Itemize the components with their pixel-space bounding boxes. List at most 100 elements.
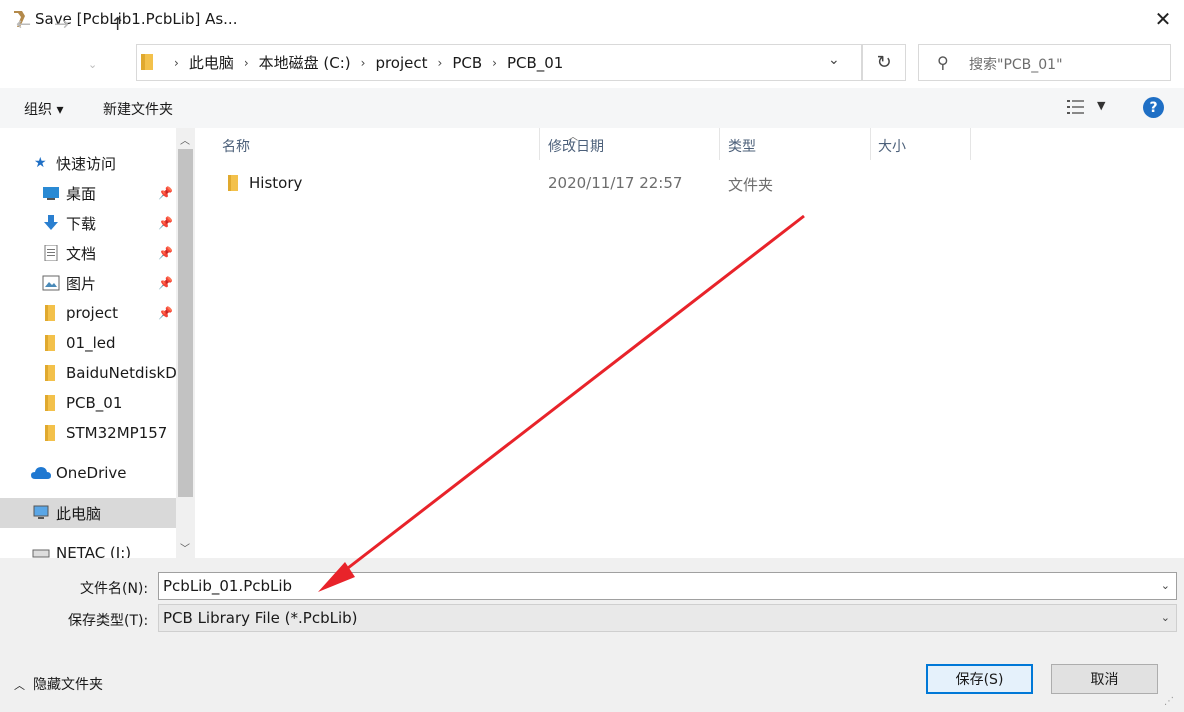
crumb-pcb[interactable]: PCB	[452, 54, 482, 72]
up-button[interactable]: ↑	[110, 14, 125, 35]
chevron-down-icon[interactable]: ⌄	[1161, 611, 1170, 624]
folder-icon	[141, 54, 153, 70]
chevron-up-icon: ︿	[14, 679, 25, 692]
chevron-up-icon[interactable]: ︿	[180, 132, 190, 147]
help-button[interactable]: ?	[1143, 97, 1164, 118]
cloud-icon	[31, 467, 51, 479]
hide-folders-toggle[interactable]: ︿ 隐藏文件夹	[14, 674, 103, 694]
nav-item-documents[interactable]: 文档 📌	[0, 238, 176, 268]
column-header-type[interactable]: 类型	[728, 136, 756, 156]
column-divider[interactable]	[970, 128, 971, 160]
nav-label: 下载	[66, 214, 97, 233]
navigation-pane: ★ 快速访问 桌面 📌 下载 📌 文档 📌 图片 📌 project 📌 01_…	[0, 128, 176, 558]
pin-icon: 📌	[158, 306, 173, 320]
nav-item-downloads[interactable]: 下载 📌	[0, 208, 176, 238]
search-box[interactable]: ⚲ 搜索"PCB_01"	[918, 44, 1171, 81]
column-divider[interactable]	[719, 128, 720, 160]
refresh-icon: ↻	[876, 52, 892, 73]
save-button[interactable]: 保存(S)	[926, 664, 1033, 694]
nav-label: PCB_01	[66, 394, 123, 412]
chevron-right-icon: ›	[174, 55, 179, 70]
document-icon	[44, 245, 58, 261]
star-icon: ★	[34, 155, 47, 171]
scrollbar-thumb[interactable]	[178, 149, 193, 497]
crumb-this-pc[interactable]: 此电脑	[189, 52, 234, 73]
folder-icon	[45, 305, 55, 321]
close-button[interactable]: ✕	[1146, 2, 1180, 36]
filename-value: PcbLib_01.PcbLib	[163, 577, 293, 595]
pin-icon: 📌	[158, 216, 173, 230]
recent-dropdown-icon[interactable]: ⌄	[88, 58, 97, 71]
crumb-pcb-01[interactable]: PCB_01	[507, 54, 563, 72]
nav-label: 快速访问	[56, 154, 117, 173]
nav-label: OneDrive	[56, 464, 127, 482]
column-divider[interactable]	[539, 128, 540, 160]
nav-label: NETAC (J:)	[56, 544, 132, 558]
back-button[interactable]: ←	[16, 14, 31, 35]
nav-item-pictures[interactable]: 图片 📌	[0, 268, 176, 298]
filename-input[interactable]: PcbLib_01.PcbLib ⌄	[158, 572, 1177, 600]
refresh-button[interactable]: ↻	[862, 44, 906, 81]
nav-this-pc[interactable]: 此电脑	[0, 498, 176, 528]
hide-folders-label: 隐藏文件夹	[33, 677, 103, 693]
search-placeholder: 搜索"PCB_01"	[969, 57, 1063, 73]
nav-label: STM32MP157	[66, 424, 168, 442]
folder-icon	[45, 395, 55, 411]
computer-icon	[33, 505, 49, 519]
chevron-down-icon[interactable]: ﹀	[180, 540, 190, 555]
search-icon: ⚲	[937, 53, 949, 72]
pin-icon: 📌	[158, 186, 173, 200]
filetype-select[interactable]: PCB Library File (*.PcbLib) ⌄	[158, 604, 1177, 632]
filetype-value: PCB Library File (*.PcbLib)	[163, 609, 358, 627]
save-label: 保存(S)	[955, 672, 1004, 688]
nav-item-project[interactable]: project 📌	[0, 298, 176, 328]
cancel-button[interactable]: 取消	[1051, 664, 1158, 694]
chevron-down-icon[interactable]: ⌄	[1161, 579, 1170, 592]
nav-onedrive[interactable]: OneDrive	[0, 458, 176, 488]
column-header-date[interactable]: 修改日期	[548, 136, 604, 156]
forward-button[interactable]: →	[54, 14, 69, 35]
folder-icon	[228, 175, 238, 191]
nav-item-01-led[interactable]: 01_led	[0, 328, 176, 358]
nav-item-baidunetdisk[interactable]: BaiduNetdiskDo	[0, 358, 176, 388]
download-icon	[44, 215, 58, 230]
resize-grip-icon[interactable]: ⋰	[1164, 696, 1174, 707]
chevron-right-icon[interactable]: ›	[361, 56, 366, 70]
file-list: ︿ 名称 修改日期 类型 大小 History 2020/11/17 22:57…	[196, 128, 1184, 558]
column-header-name[interactable]: 名称	[222, 136, 250, 156]
chevron-right-icon[interactable]: ›	[438, 56, 443, 70]
new-folder-button[interactable]: 新建文件夹	[103, 99, 173, 119]
column-divider[interactable]	[870, 128, 871, 160]
navigation-scrollbar[interactable]: ︿ ﹀	[176, 128, 195, 558]
nav-label: 图片	[66, 274, 97, 293]
nav-item-pcb-01[interactable]: PCB_01	[0, 388, 176, 418]
chevron-right-icon[interactable]: ›	[492, 56, 497, 70]
column-header-size[interactable]: 大小	[878, 136, 906, 156]
desktop-icon	[43, 187, 59, 200]
crumb-project[interactable]: project	[375, 54, 427, 72]
help-icon: ?	[1149, 99, 1158, 116]
organize-menu[interactable]: 组织 ▾	[24, 99, 63, 119]
nav-label: 桌面	[66, 184, 97, 203]
view-dropdown-icon[interactable]: ▼	[1097, 99, 1105, 112]
nav-netac-drive[interactable]: NETAC (J:)	[0, 538, 176, 558]
file-date: 2020/11/17 22:57	[548, 174, 683, 192]
nav-item-desktop[interactable]: 桌面 📌	[0, 178, 176, 208]
view-details-icon[interactable]	[1066, 98, 1086, 116]
file-row[interactable]: History 2020/11/17 22:57 文件夹	[216, 166, 966, 200]
nav-label: project	[66, 304, 119, 322]
picture-icon	[42, 275, 60, 291]
nav-quick-access[interactable]: ★ 快速访问	[0, 148, 176, 178]
filename-label: 文件名(N):	[80, 581, 149, 597]
nav-item-stm32mp157[interactable]: STM32MP157	[0, 418, 176, 448]
file-name: History	[249, 174, 303, 192]
close-icon: ✕	[1154, 7, 1172, 31]
folder-icon	[45, 425, 55, 441]
command-bar: 组织 ▾ 新建文件夹	[0, 88, 1184, 128]
chevron-right-icon[interactable]: ›	[244, 56, 249, 70]
folder-icon	[45, 335, 55, 351]
crumb-local-disk[interactable]: 本地磁盘 (C:)	[259, 52, 351, 73]
address-dropdown-icon[interactable]: ⌄	[828, 52, 840, 68]
title-bar: Save [PcbLib1.PcbLib] As... ✕	[0, 0, 1184, 38]
drive-icon	[32, 549, 50, 558]
